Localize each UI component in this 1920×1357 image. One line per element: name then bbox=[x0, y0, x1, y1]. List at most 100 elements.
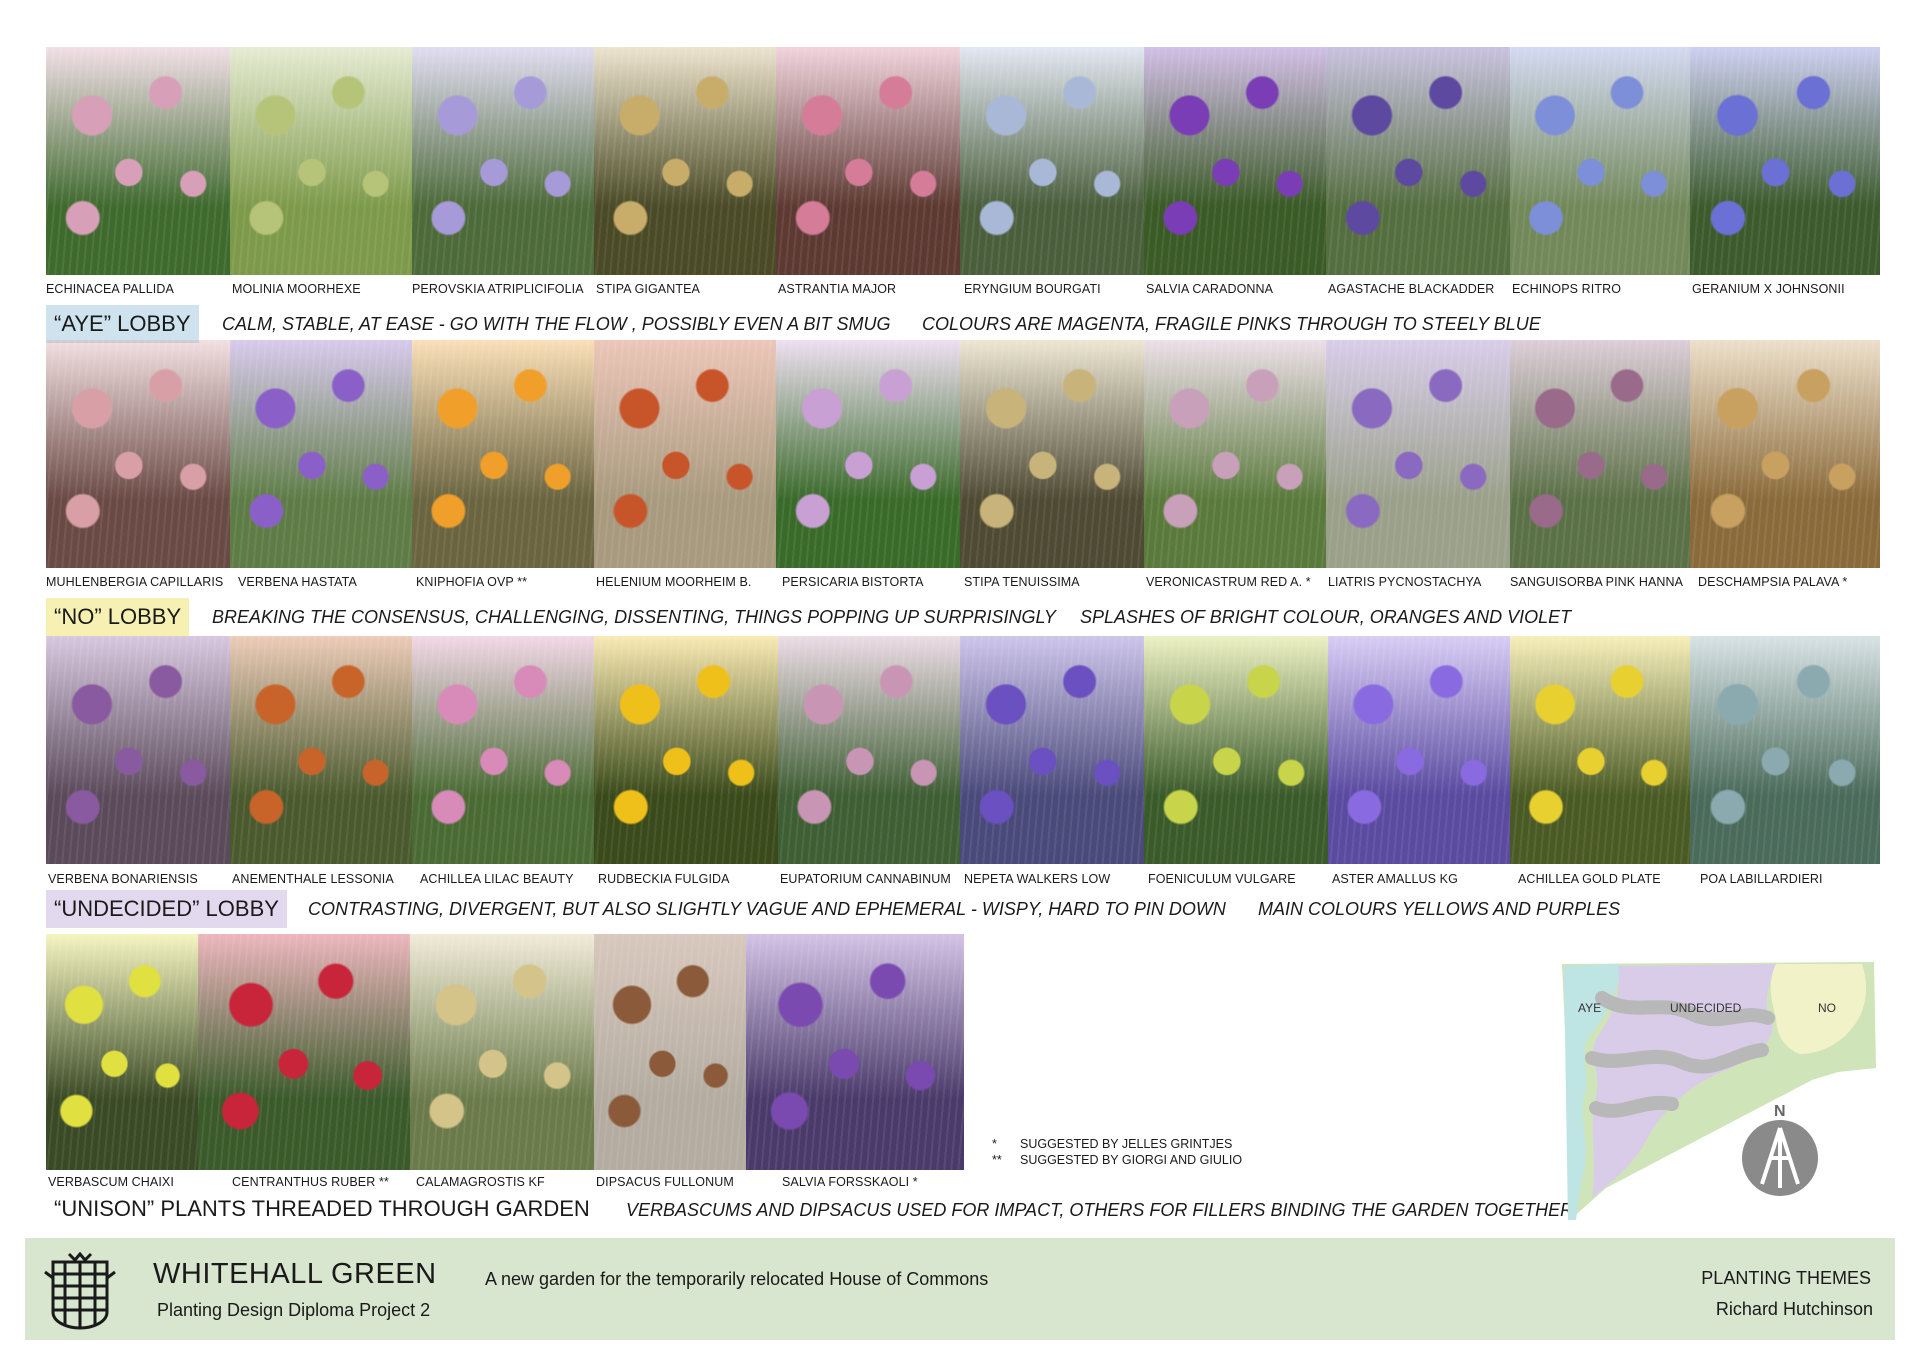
unison-description: VERBASCUMS AND DIPSACUS USED FOR IMPACT,… bbox=[626, 1200, 1574, 1220]
note-row: * SUGGESTED BY JELLES GRINTJES bbox=[992, 1136, 1242, 1152]
plant-caption: VERBENA BONARIENSIS bbox=[48, 872, 198, 886]
plant-caption: ACHILLEA GOLD PLATE bbox=[1518, 872, 1661, 886]
plant-photo-veronicastrum bbox=[1144, 340, 1326, 568]
plant-caption: STIPA TENUISSIMA bbox=[964, 575, 1080, 589]
note-mark: ** bbox=[992, 1153, 1002, 1167]
plant-caption: MUHLENBERGIA CAPILLARIS bbox=[46, 575, 224, 589]
plant-photo-kniphofia bbox=[412, 340, 594, 568]
plant-photo-aster bbox=[1328, 636, 1510, 864]
plant-photo-verbena-bonariensis bbox=[46, 636, 230, 864]
plant-caption: SANGUISORBA PINK HANNA bbox=[1510, 575, 1684, 589]
note-row: ** SUGGESTED BY GIORGI AND GIULIO bbox=[992, 1152, 1242, 1168]
map-label-no: NO bbox=[1818, 1001, 1836, 1015]
plant-photo-deschampsia bbox=[1690, 340, 1880, 568]
plant-photo-nepeta bbox=[960, 636, 1144, 864]
plant-photo-rudbeckia bbox=[594, 636, 778, 864]
lobby-tag: “AYE” LOBBY bbox=[46, 305, 199, 343]
plant-caption: CALAMAGROSTIS KF bbox=[416, 1175, 545, 1189]
portcullis-logo-icon bbox=[44, 1252, 116, 1330]
plant-photo-achillea-gold bbox=[1510, 636, 1690, 864]
plant-caption: SALVIA CARADONNA bbox=[1146, 282, 1274, 296]
plant-caption: ANEMENTHALE LESSONIA bbox=[232, 872, 394, 886]
project-title: WHITEHALL GREEN bbox=[153, 1258, 437, 1290]
no-plant-captions: MUHLENBERGIA CAPILLARIS VERBENA HASTATA … bbox=[46, 575, 1890, 591]
plant-photo-astrantia-major bbox=[776, 47, 960, 275]
zoning-map-drawing: AYE UNDECIDED NO N bbox=[1562, 962, 1876, 1220]
note-mark: * bbox=[992, 1137, 997, 1151]
plant-caption: VERBASCUM CHAIXI bbox=[48, 1175, 174, 1189]
plant-caption: VERBENA HASTATA bbox=[238, 575, 357, 589]
plant-caption: POA LABILLARDIERI bbox=[1700, 872, 1823, 886]
plant-photo-perovskia bbox=[412, 47, 594, 275]
plant-photo-anemanthele bbox=[230, 636, 412, 864]
unison-title: “UNISON” PLANTS THREADED THROUGH GARDEN bbox=[54, 1196, 590, 1221]
plant-caption: VERONICASTRUM RED A. * bbox=[1146, 575, 1311, 589]
plant-caption: FOENICULUM VULGARE bbox=[1148, 872, 1296, 886]
note-text: SUGGESTED BY JELLES GRINTJES bbox=[1020, 1137, 1233, 1151]
plant-caption: ERYNGIUM BOURGATI bbox=[964, 282, 1101, 296]
plant-photo-verbena-hastata bbox=[230, 340, 412, 568]
plant-caption: GERANIUM X JOHNSONII bbox=[1692, 282, 1845, 296]
plant-photo-molinia-moorhexe bbox=[230, 47, 412, 275]
author-name: Richard Hutchinson bbox=[1715, 1299, 1873, 1319]
plant-photo-stipa-gigantea bbox=[594, 47, 776, 275]
plant-photo-foeniculum bbox=[1144, 636, 1328, 864]
plant-caption: KNIPHOFIA OVP ** bbox=[416, 575, 528, 589]
plant-photo-centranthus bbox=[198, 934, 410, 1170]
plant-photo-muhlenbergia bbox=[46, 340, 230, 568]
plant-caption: ECHINACEA PALLIDA bbox=[46, 282, 174, 296]
plant-caption: ACHILLEA LILAC BEAUTY bbox=[420, 872, 574, 886]
sheet-theme: PLANTING THEMES bbox=[1701, 1268, 1871, 1288]
plant-photo-stipa-tenuissima bbox=[960, 340, 1144, 568]
plant-caption: ASTRANTIA MAJOR bbox=[778, 282, 897, 296]
plant-photo-helenium bbox=[594, 340, 776, 568]
unison-section: VERBASCUM CHAIXI CENTRANTHUS RUBER ** CA… bbox=[46, 934, 966, 1189]
plant-photo-calamagrostis bbox=[410, 934, 594, 1170]
plant-photo-achillea-lilac bbox=[412, 636, 594, 864]
no-plant-photos bbox=[46, 340, 1890, 568]
map-label-aye: AYE bbox=[1578, 1001, 1601, 1015]
plant-caption: CENTRANTHUS RUBER ** bbox=[232, 1175, 389, 1189]
plant-photo-echinops-ritro bbox=[1510, 47, 1690, 275]
suggestion-notes: * SUGGESTED BY JELLES GRINTJES ** SUGGESTE… bbox=[992, 1136, 1242, 1168]
plant-caption: DIPSACUS FULLONUM bbox=[596, 1175, 734, 1189]
plant-photo-geranium-johnsonii bbox=[1690, 47, 1880, 275]
plant-caption: MOLINIA MOORHEXE bbox=[232, 282, 361, 296]
plant-photo-agastache-blackadder bbox=[1326, 47, 1510, 275]
plant-photo-salvia-forsskaoli bbox=[746, 934, 964, 1170]
plant-caption: NEPETA WALKERS LOW bbox=[964, 872, 1111, 886]
plant-caption: EUPATORIUM CANNABINUM bbox=[780, 872, 951, 886]
plant-caption: HELENIUM MOORHEIM B. bbox=[596, 575, 752, 589]
lobby-colours: SPLASHES OF BRIGHT COLOUR, ORANGES AND V… bbox=[1080, 607, 1572, 627]
plant-caption: ASTER AMALLUS KG bbox=[1332, 872, 1458, 886]
plant-caption: ECHINOPS RITRO bbox=[1512, 282, 1622, 296]
project-subtitle: Planting Design Diploma Project 2 bbox=[157, 1300, 431, 1320]
lobby-mood: CALM, STABLE, AT EASE - GO WITH THE FLOW… bbox=[222, 314, 891, 334]
aye-plant-captions: ECHINACEA PALLIDA MOLINIA MOORHEXE PEROV… bbox=[46, 282, 1890, 298]
plant-photo-liatris bbox=[1326, 340, 1510, 568]
plant-photo-eupatorium bbox=[778, 636, 960, 864]
plant-photo-eryngium-bourgati bbox=[960, 47, 1144, 275]
lobby-colours: COLOURS ARE MAGENTA, FRAGILE PINKS THROU… bbox=[922, 314, 1541, 334]
plant-photo-sanguisorba bbox=[1510, 340, 1690, 568]
plant-photo-salvia-caradonna bbox=[1144, 47, 1326, 275]
undecided-lobby-heading: “UNDECIDED” LOBBY CONTRASTING, DIVERGENT… bbox=[46, 890, 1890, 930]
note-text: SUGGESTED BY GIORGI AND GIULIO bbox=[1020, 1153, 1243, 1167]
north-label: N bbox=[1774, 1103, 1786, 1120]
plant-photo-dipsacus bbox=[594, 934, 746, 1170]
lobby-tag: “UNDECIDED” LOBBY bbox=[46, 890, 287, 928]
plant-caption: RUDBECKIA FULGIDA bbox=[598, 872, 730, 886]
aye-lobby-heading: “AYE” LOBBY CALM, STABLE, AT EASE - GO W… bbox=[46, 305, 1890, 345]
site-zoning-map: AYE UNDECIDED NO N bbox=[1562, 958, 1878, 1220]
project-tagline: A new garden for the temporarily relocat… bbox=[485, 1269, 989, 1289]
plant-photo-persicaria bbox=[776, 340, 960, 568]
plant-caption: PEROVSKIA ATRIPLICIFOLIA bbox=[412, 282, 584, 296]
unison-plant-photos bbox=[46, 934, 966, 1170]
plant-caption: SALVIA FORSSKAOLI * bbox=[782, 1175, 918, 1189]
unison-plant-captions: VERBASCUM CHAIXI CENTRANTHUS RUBER ** CA… bbox=[46, 1175, 966, 1191]
undecided-plant-captions: VERBENA BONARIENSIS ANEMENTHALE LESSONIA… bbox=[46, 872, 1890, 888]
undecided-plant-photos bbox=[46, 636, 1890, 864]
lobby-tag: “NO” LOBBY bbox=[46, 598, 190, 636]
no-lobby-heading: “NO” LOBBY BREAKING THE CONSENSUS, CHALL… bbox=[46, 598, 1890, 638]
plant-caption: STIPA GIGANTEA bbox=[596, 282, 700, 296]
